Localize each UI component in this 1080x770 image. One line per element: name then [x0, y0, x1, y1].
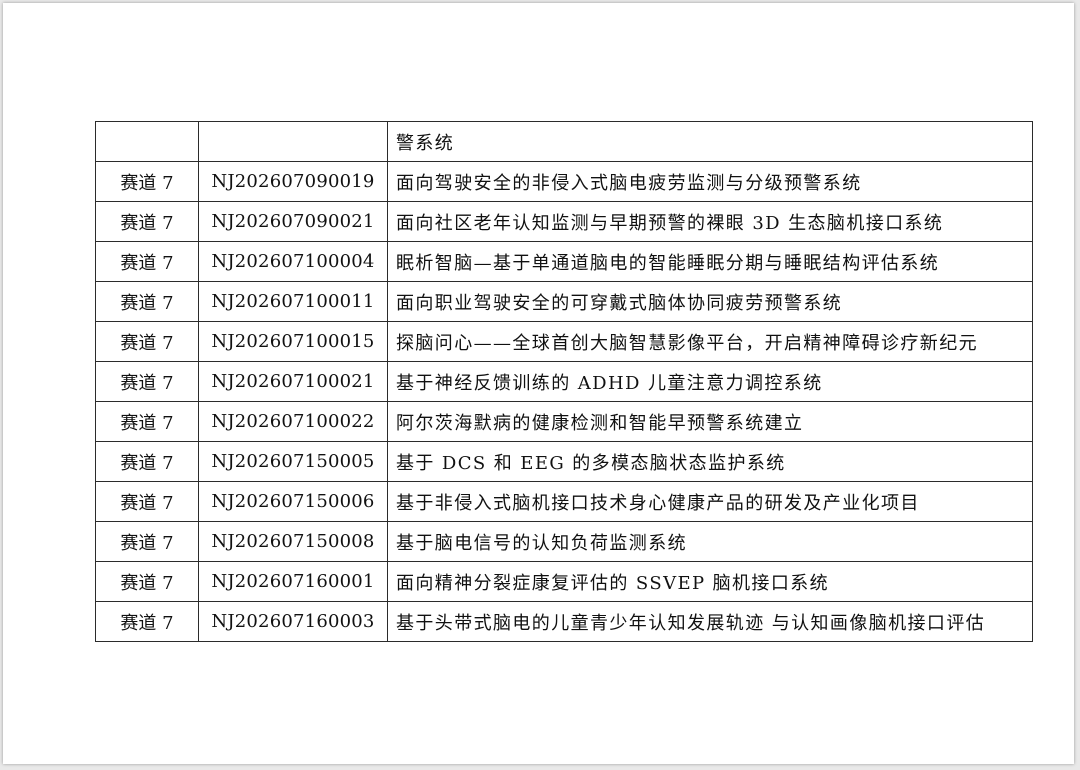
project-id-cell: NJ202607160001 — [198, 561, 388, 602]
table-row: 赛道 7 NJ202607090021 面向社区老年认知监测与早期预警的裸眼 3… — [95, 201, 1033, 242]
project-id-cell: NJ202607090019 — [198, 161, 388, 202]
table-row: 赛道 7 NJ202607090019 面向驾驶安全的非侵入式脑电疲劳监测与分级… — [95, 161, 1033, 202]
project-title-cell: 警系统 — [387, 121, 1033, 162]
track-cell: 赛道 7 — [95, 281, 199, 322]
project-id-cell: NJ202607100011 — [198, 281, 388, 322]
project-id-cell: NJ202607150006 — [198, 481, 388, 522]
project-id-cell: NJ202607100004 — [198, 241, 388, 282]
project-id-cell: NJ202607160003 — [198, 601, 388, 642]
table-row: 赛道 7 NJ202607100021 基于神经反馈训练的 ADHD 儿童注意力… — [95, 361, 1033, 402]
track-cell: 赛道 7 — [95, 161, 199, 202]
project-id-cell: NJ202607150005 — [198, 441, 388, 482]
table-row: 赛道 7 NJ202607100004 眠析智脑—基于单通道脑电的智能睡眠分期与… — [95, 241, 1033, 282]
project-title-cell: 基于非侵入式脑机接口技术身心健康产品的研发及产业化项目 — [387, 481, 1033, 522]
table-row: 赛道 7 NJ202607150006 基于非侵入式脑机接口技术身心健康产品的研… — [95, 481, 1033, 522]
project-id-cell: NJ202607150008 — [198, 521, 388, 562]
project-title-cell: 眠析智脑—基于单通道脑电的智能睡眠分期与睡眠结构评估系统 — [387, 241, 1033, 282]
table-row: 赛道 7 NJ202607100015 探脑问心——全球首创大脑智慧影像平台，开… — [95, 321, 1033, 362]
track-cell: 赛道 7 — [95, 241, 199, 282]
table-row: 赛道 7 NJ202607150008 基于脑电信号的认知负荷监测系统 — [95, 521, 1033, 562]
track-cell: 赛道 7 — [95, 361, 199, 402]
project-title-cell: 阿尔茨海默病的健康检测和智能早预警系统建立 — [387, 401, 1033, 442]
table-row: 赛道 7 NJ202607160001 面向精神分裂症康复评估的 SSVEP 脑… — [95, 561, 1033, 602]
project-title-cell: 探脑问心——全球首创大脑智慧影像平台，开启精神障碍诊疗新纪元 — [387, 321, 1033, 362]
project-id-cell: NJ202607100021 — [198, 361, 388, 402]
track-cell: 赛道 7 — [95, 561, 199, 602]
track-cell — [95, 121, 199, 162]
track-cell: 赛道 7 — [95, 441, 199, 482]
track-cell: 赛道 7 — [95, 481, 199, 522]
track-cell: 赛道 7 — [95, 321, 199, 362]
table-row: 赛道 7 NJ202607100022 阿尔茨海默病的健康检测和智能早预警系统建… — [95, 401, 1033, 442]
track-cell: 赛道 7 — [95, 521, 199, 562]
project-id-cell: NJ202607100015 — [198, 321, 388, 362]
project-id-cell: NJ202607090021 — [198, 201, 388, 242]
track-cell: 赛道 7 — [95, 201, 199, 242]
table-row: 赛道 7 NJ202607160003 基于头带式脑电的儿童青少年认知发展轨迹 … — [95, 601, 1033, 642]
project-title-cell: 基于脑电信号的认知负荷监测系统 — [387, 521, 1033, 562]
project-title-cell: 面向社区老年认知监测与早期预警的裸眼 3D 生态脑机接口系统 — [387, 201, 1033, 242]
project-title-cell: 基于 DCS 和 EEG 的多模态脑状态监护系统 — [387, 441, 1033, 482]
project-id-cell — [198, 121, 388, 162]
track-cell: 赛道 7 — [95, 601, 199, 642]
project-title-cell: 基于头带式脑电的儿童青少年认知发展轨迹 与认知画像脑机接口评估 — [387, 601, 1033, 642]
project-id-cell: NJ202607100022 — [198, 401, 388, 442]
project-title-cell: 面向驾驶安全的非侵入式脑电疲劳监测与分级预警系统 — [387, 161, 1033, 202]
track-cell: 赛道 7 — [95, 401, 199, 442]
project-table: 警系统 赛道 7 NJ202607090019 面向驾驶安全的非侵入式脑电疲劳监… — [95, 121, 1033, 642]
project-title-cell: 基于神经反馈训练的 ADHD 儿童注意力调控系统 — [387, 361, 1033, 402]
table-row: 赛道 7 NJ202607100011 面向职业驾驶安全的可穿戴式脑体协同疲劳预… — [95, 281, 1033, 322]
table-row: 赛道 7 NJ202607150005 基于 DCS 和 EEG 的多模态脑状态… — [95, 441, 1033, 482]
project-title-cell: 面向职业驾驶安全的可穿戴式脑体协同疲劳预警系统 — [387, 281, 1033, 322]
document-page: 警系统 赛道 7 NJ202607090019 面向驾驶安全的非侵入式脑电疲劳监… — [3, 3, 1074, 764]
table-row: 警系统 — [95, 121, 1033, 162]
project-title-cell: 面向精神分裂症康复评估的 SSVEP 脑机接口系统 — [387, 561, 1033, 602]
